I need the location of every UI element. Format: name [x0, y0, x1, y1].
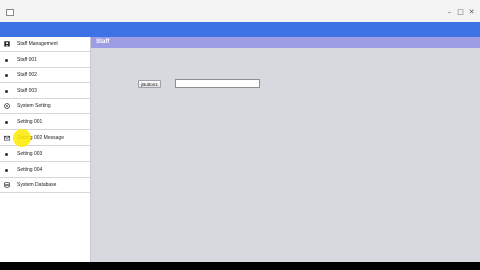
- sidebar-item-setting-003[interactable]: Setting 003: [0, 147, 90, 162]
- sidebar-item-label: Setting 004: [17, 167, 43, 173]
- sidebar-item-label: Setting 003: [17, 151, 43, 157]
- bullet-icon: [5, 74, 8, 77]
- sidebar-item-label: Staff Management: [17, 41, 58, 47]
- sidebar-item-setting-004[interactable]: Setting 004: [0, 163, 90, 178]
- header-band: [0, 22, 480, 37]
- sidebar-item-staff-management[interactable]: Staff Management: [0, 37, 90, 52]
- minimize-button[interactable]: –: [445, 9, 454, 16]
- sidebar: Staff Management Staff 001 Staff 002 Sta…: [0, 37, 91, 262]
- page-title: Staff: [96, 39, 110, 45]
- sidebar-item-system-database[interactable]: System Database: [0, 178, 90, 193]
- bullet-icon: [5, 153, 8, 156]
- sidebar-item-label: Staff 002: [17, 72, 37, 78]
- bullet-icon: [5, 169, 8, 172]
- sidebar-item-system-setting[interactable]: System Setting: [0, 99, 90, 114]
- sidebar-item-staff-002[interactable]: Staff 002: [0, 68, 90, 83]
- sidebar-item-staff-003[interactable]: Staff 003: [0, 84, 90, 99]
- cursor-highlight: [13, 129, 31, 147]
- sidebar-item-label: Setting 001: [17, 119, 43, 125]
- bullet-icon: [5, 121, 8, 124]
- bullet-icon: [5, 90, 8, 93]
- application-window: – □ ✕ Staff Management Staff 001 Staff 0…: [0, 0, 480, 262]
- sidebar-item-label: Staff 003: [17, 88, 37, 94]
- app-window-icon: [6, 9, 14, 16]
- settings-icon: [4, 103, 10, 109]
- sidebar-item-label: System Setting: [17, 103, 51, 109]
- title-bar[interactable]: – □ ✕: [0, 0, 480, 22]
- bullet-icon: [5, 59, 8, 62]
- jbutton1-button[interactable]: jButton1: [138, 80, 161, 88]
- sidebar-item-label: Staff 001: [17, 57, 37, 63]
- database-icon: [4, 182, 10, 188]
- person-icon: [4, 41, 10, 47]
- close-button[interactable]: ✕: [467, 9, 476, 16]
- maximize-button[interactable]: □: [456, 9, 465, 16]
- text-input[interactable]: [175, 79, 260, 88]
- envelope-icon: [4, 135, 10, 141]
- sidebar-item-setting-001[interactable]: Setting 001: [0, 115, 90, 130]
- panel-header: Staff: [91, 37, 480, 48]
- sidebar-item-staff-001[interactable]: Staff 001: [0, 53, 90, 68]
- sidebar-item-label: System Database: [17, 182, 57, 188]
